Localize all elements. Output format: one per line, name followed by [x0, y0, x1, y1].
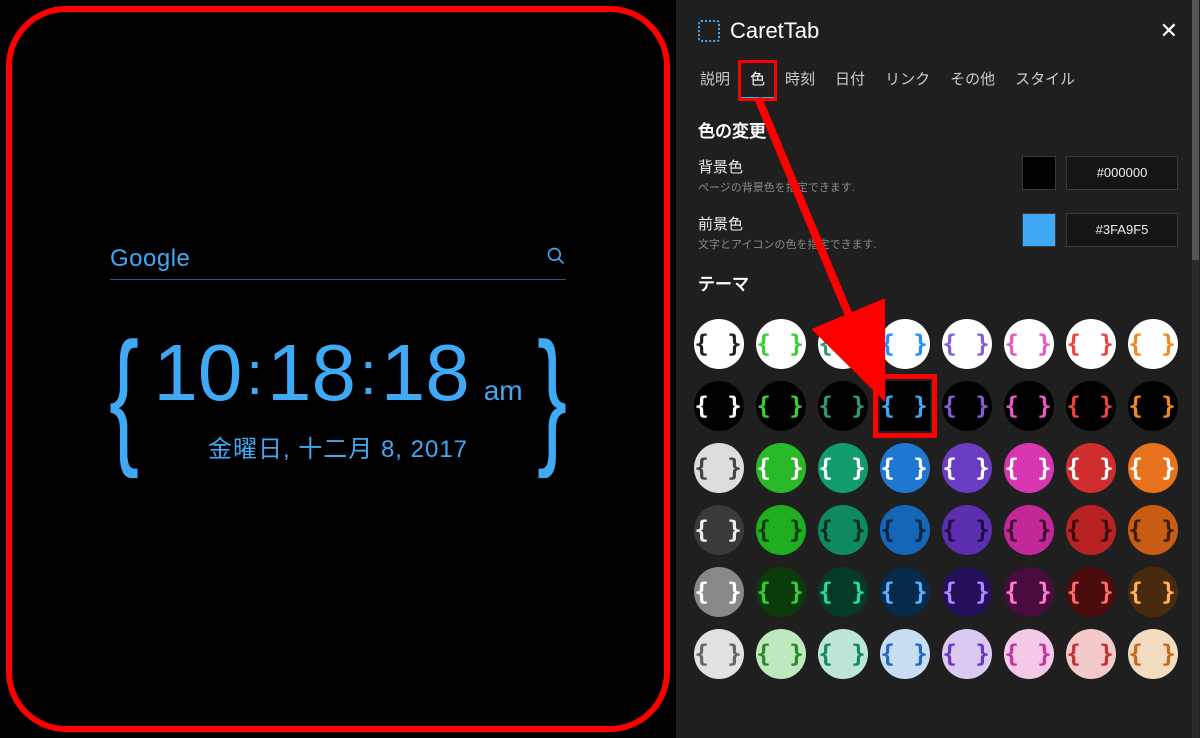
bg-hint: ページの背景色を指定できます. [698, 179, 1014, 195]
theme-swatch[interactable]: { } [1004, 629, 1054, 679]
theme-swatch[interactable]: { } [880, 381, 930, 431]
theme-swatch[interactable]: { } [880, 567, 930, 617]
panel-header: CaretTab ✕ [676, 0, 1200, 52]
theme-swatch[interactable]: { } [1066, 319, 1116, 369]
tab-bar: 説明色時刻日付リンクその他スタイル [676, 52, 1200, 99]
theme-swatch[interactable]: { } [880, 319, 930, 369]
theme-swatch[interactable]: { } [818, 505, 868, 555]
time-hours: 10 [153, 328, 242, 417]
theme-swatch[interactable]: { } [1128, 567, 1178, 617]
theme-swatch[interactable]: { } [756, 629, 806, 679]
theme-swatch[interactable]: { } [1004, 319, 1054, 369]
row-foreground-color: 前景色 文字とアイコンの色を指定できます. #3FA9F5 [698, 213, 1178, 252]
tab-色[interactable]: 色 [740, 62, 775, 99]
theme-swatch[interactable]: { } [818, 381, 868, 431]
app-logo-icon [698, 20, 720, 42]
theme-swatch[interactable]: { } [818, 319, 868, 369]
time-ampm: am [484, 375, 523, 406]
theme-swatch[interactable]: { } [880, 443, 930, 493]
tab-時刻[interactable]: 時刻 [775, 62, 825, 99]
theme-swatch[interactable]: { } [694, 381, 744, 431]
clock-widget: { 10:18:18am 金曜日, 十二月 8, 2017 } [30, 320, 646, 470]
row-background-color: 背景色 ページの背景色を指定できます. #000000 [698, 156, 1178, 195]
search-placeholder: Google [110, 245, 190, 273]
theme-swatch[interactable]: { } [1066, 629, 1116, 679]
tab-リンク[interactable]: リンク [875, 62, 940, 99]
theme-swatch[interactable]: { } [942, 629, 992, 679]
theme-swatch[interactable]: { } [756, 505, 806, 555]
time-minutes: 18 [267, 328, 356, 417]
theme-swatch[interactable]: { } [1128, 381, 1178, 431]
theme-swatch[interactable]: { } [818, 629, 868, 679]
theme-swatch[interactable]: { } [694, 505, 744, 555]
theme-swatch[interactable]: { } [880, 629, 930, 679]
theme-swatch[interactable]: { } [818, 567, 868, 617]
theme-swatch[interactable]: { } [880, 505, 930, 555]
theme-swatch[interactable]: { } [942, 505, 992, 555]
theme-swatch[interactable]: { } [1066, 443, 1116, 493]
tab-その他[interactable]: その他 [940, 62, 1005, 99]
theme-swatch[interactable]: { } [756, 567, 806, 617]
theme-swatch[interactable]: { } [942, 567, 992, 617]
fg-hint: 文字とアイコンの色を指定できます. [698, 236, 1014, 252]
scrollbar-thumb[interactable] [1192, 0, 1199, 260]
theme-swatch[interactable]: { } [942, 319, 992, 369]
theme-swatch[interactable]: { } [942, 381, 992, 431]
bg-label: 背景色 [698, 156, 1014, 177]
tab-日付[interactable]: 日付 [825, 62, 875, 99]
app-title: CaretTab [730, 18, 819, 44]
theme-swatch[interactable]: { } [1004, 567, 1054, 617]
fg-color-swatch[interactable] [1022, 213, 1056, 247]
brace-right-icon: } [537, 320, 567, 470]
theme-grid: { }{ }{ }{ }{ }{ }{ }{ }{ }{ }{ }{ }{ }{… [676, 313, 1200, 689]
theme-swatch[interactable]: { } [1004, 443, 1054, 493]
theme-swatch[interactable]: { } [756, 381, 806, 431]
fg-label: 前景色 [698, 213, 1014, 234]
theme-swatch[interactable]: { } [1066, 381, 1116, 431]
theme-swatch[interactable]: { } [1004, 381, 1054, 431]
date-display: 金曜日, 十二月 8, 2017 [153, 429, 522, 464]
time-display: 10:18:18am [153, 387, 522, 404]
theme-title: テーマ [698, 270, 1178, 295]
section-title: 色の変更 [698, 117, 1178, 142]
search-bar[interactable]: Google [110, 245, 566, 280]
tab-スタイル[interactable]: スタイル [1005, 62, 1085, 99]
theme-swatch[interactable]: { } [1128, 505, 1178, 555]
fg-hex-input[interactable]: #3FA9F5 [1066, 213, 1178, 247]
theme-swatch[interactable]: { } [694, 443, 744, 493]
theme-swatch[interactable]: { } [818, 443, 868, 493]
theme-swatch[interactable]: { } [694, 319, 744, 369]
settings-panel: CaretTab ✕ 説明色時刻日付リンクその他スタイル 色の変更 背景色 ペー… [676, 0, 1200, 738]
theme-swatch[interactable]: { } [694, 567, 744, 617]
close-icon[interactable]: ✕ [1160, 18, 1178, 44]
section-colors: 色の変更 背景色 ページの背景色を指定できます. #000000 前景色 文字と… [676, 99, 1200, 313]
theme-swatch[interactable]: { } [756, 319, 806, 369]
theme-swatch[interactable]: { } [1128, 629, 1178, 679]
tab-説明[interactable]: 説明 [690, 62, 740, 99]
theme-swatch[interactable]: { } [1066, 567, 1116, 617]
panel-scrollbar[interactable] [1192, 0, 1199, 738]
brace-left-icon: { [109, 320, 139, 470]
bg-color-swatch[interactable] [1022, 156, 1056, 190]
theme-swatch[interactable]: { } [1066, 505, 1116, 555]
theme-swatch[interactable]: { } [1128, 443, 1178, 493]
theme-swatch[interactable]: { } [942, 443, 992, 493]
search-icon[interactable] [546, 246, 566, 272]
time-seconds: 18 [381, 328, 470, 417]
theme-swatch[interactable]: { } [756, 443, 806, 493]
theme-swatch[interactable]: { } [1128, 319, 1178, 369]
preview-pane: Google { 10:18:18am 金曜日, 十二月 8, 2017 } [0, 0, 676, 738]
theme-swatch[interactable]: { } [694, 629, 744, 679]
bg-hex-input[interactable]: #000000 [1066, 156, 1178, 190]
theme-swatch[interactable]: { } [1004, 505, 1054, 555]
